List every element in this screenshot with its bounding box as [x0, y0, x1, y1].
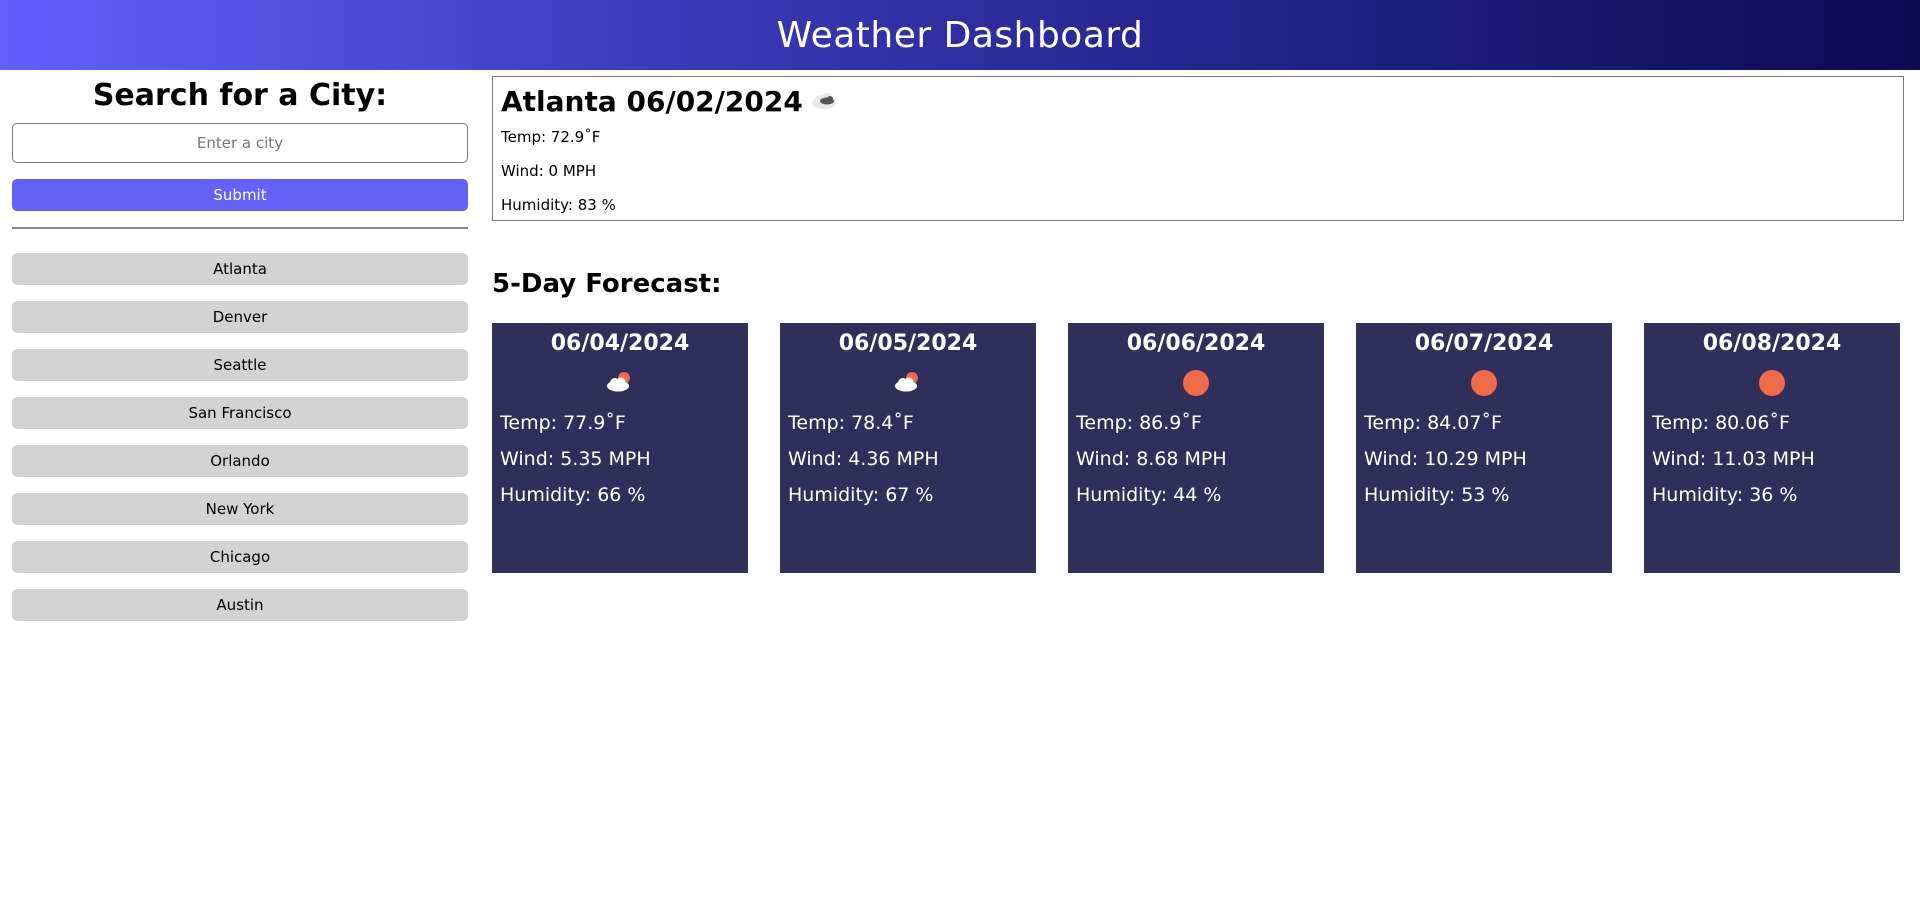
history-city-button[interactable]: Austin — [12, 589, 468, 621]
forecast-humidity: Humidity: 44 % — [1076, 484, 1222, 506]
history-city-button[interactable]: Atlanta — [12, 253, 468, 285]
forecast-card: 06/07/2024 Temp: 84.07˚F Wind: 10.29 MPH… — [1356, 323, 1612, 573]
forecast-wind: Wind: 11.03 MPH — [1652, 448, 1815, 470]
history-city-button[interactable]: New York — [12, 493, 468, 525]
forecast-cards: 06/04/2024 Temp: 77.9˚F Wind: 5.35 MPH H… — [492, 323, 1904, 573]
history-city-button[interactable]: Chicago — [12, 541, 468, 573]
city-search-input[interactable] — [12, 123, 468, 163]
forecast-temp: Temp: 84.07˚F — [1364, 412, 1502, 434]
forecast-wind: Wind: 10.29 MPH — [1364, 448, 1527, 470]
history-city-button[interactable]: Denver — [12, 301, 468, 333]
forecast-humidity: Humidity: 67 % — [788, 484, 934, 506]
partly-cloudy-icon — [605, 370, 635, 398]
forecast-heading: 5-Day Forecast: — [492, 269, 722, 299]
forecast-card: 06/05/2024 Temp: 78.4˚F Wind: 4.36 MPH H… — [780, 323, 1036, 573]
current-city-date: Atlanta 06/02/2024 — [501, 85, 803, 118]
history-city-button[interactable]: San Francisco — [12, 397, 468, 429]
sun-icon — [1759, 370, 1785, 396]
forecast-humidity: Humidity: 53 % — [1364, 484, 1510, 506]
forecast-date: 06/04/2024 — [550, 331, 690, 356]
forecast-card: 06/08/2024 Temp: 80.06˚F Wind: 11.03 MPH… — [1644, 323, 1900, 573]
forecast-temp: Temp: 77.9˚F — [500, 412, 626, 434]
search-sidebar: Search for a City: Submit Atlanta Denver… — [12, 70, 468, 621]
sun-icon — [1183, 370, 1209, 396]
forecast-humidity: Humidity: 66 % — [500, 484, 646, 506]
forecast-wind: Wind: 5.35 MPH — [500, 448, 651, 470]
sun-icon — [1471, 370, 1497, 396]
forecast-card: 06/06/2024 Temp: 86.9˚F Wind: 8.68 MPH H… — [1068, 323, 1324, 573]
search-history-list: Atlanta Denver Seattle San Francisco Orl… — [12, 253, 468, 621]
app-header: Weather Dashboard — [0, 0, 1920, 70]
forecast-date: 06/05/2024 — [838, 331, 978, 356]
current-humidity: Humidity: 83 % — [501, 196, 616, 214]
forecast-temp: Temp: 80.06˚F — [1652, 412, 1790, 434]
forecast-date: 06/08/2024 — [1702, 331, 1842, 356]
cloud-icon — [809, 85, 839, 118]
forecast-temp: Temp: 78.4˚F — [788, 412, 914, 434]
forecast-date: 06/06/2024 — [1126, 331, 1266, 356]
submit-button[interactable]: Submit — [12, 179, 468, 211]
forecast-date: 06/07/2024 — [1414, 331, 1554, 356]
history-city-button[interactable]: Seattle — [12, 349, 468, 381]
forecast-temp: Temp: 86.9˚F — [1076, 412, 1202, 434]
history-city-button[interactable]: Orlando — [12, 445, 468, 477]
forecast-humidity: Humidity: 36 % — [1652, 484, 1798, 506]
current-wind: Wind: 0 MPH — [501, 162, 597, 180]
current-weather-panel: Atlanta 06/02/2024 Temp: 72.9˚F Wind: 0 … — [492, 76, 1904, 221]
weather-main: Atlanta 06/02/2024 Temp: 72.9˚F Wind: 0 … — [492, 76, 1904, 573]
forecast-wind: Wind: 8.68 MPH — [1076, 448, 1227, 470]
current-weather-title: Atlanta 06/02/2024 — [501, 85, 1895, 118]
page-title: Weather Dashboard — [776, 14, 1144, 56]
forecast-wind: Wind: 4.36 MPH — [788, 448, 939, 470]
search-heading: Search for a City: — [92, 78, 388, 113]
current-temp: Temp: 72.9˚F — [501, 128, 601, 146]
forecast-card: 06/04/2024 Temp: 77.9˚F Wind: 5.35 MPH H… — [492, 323, 748, 573]
partly-cloudy-icon — [893, 370, 923, 398]
sidebar-divider — [12, 227, 468, 229]
